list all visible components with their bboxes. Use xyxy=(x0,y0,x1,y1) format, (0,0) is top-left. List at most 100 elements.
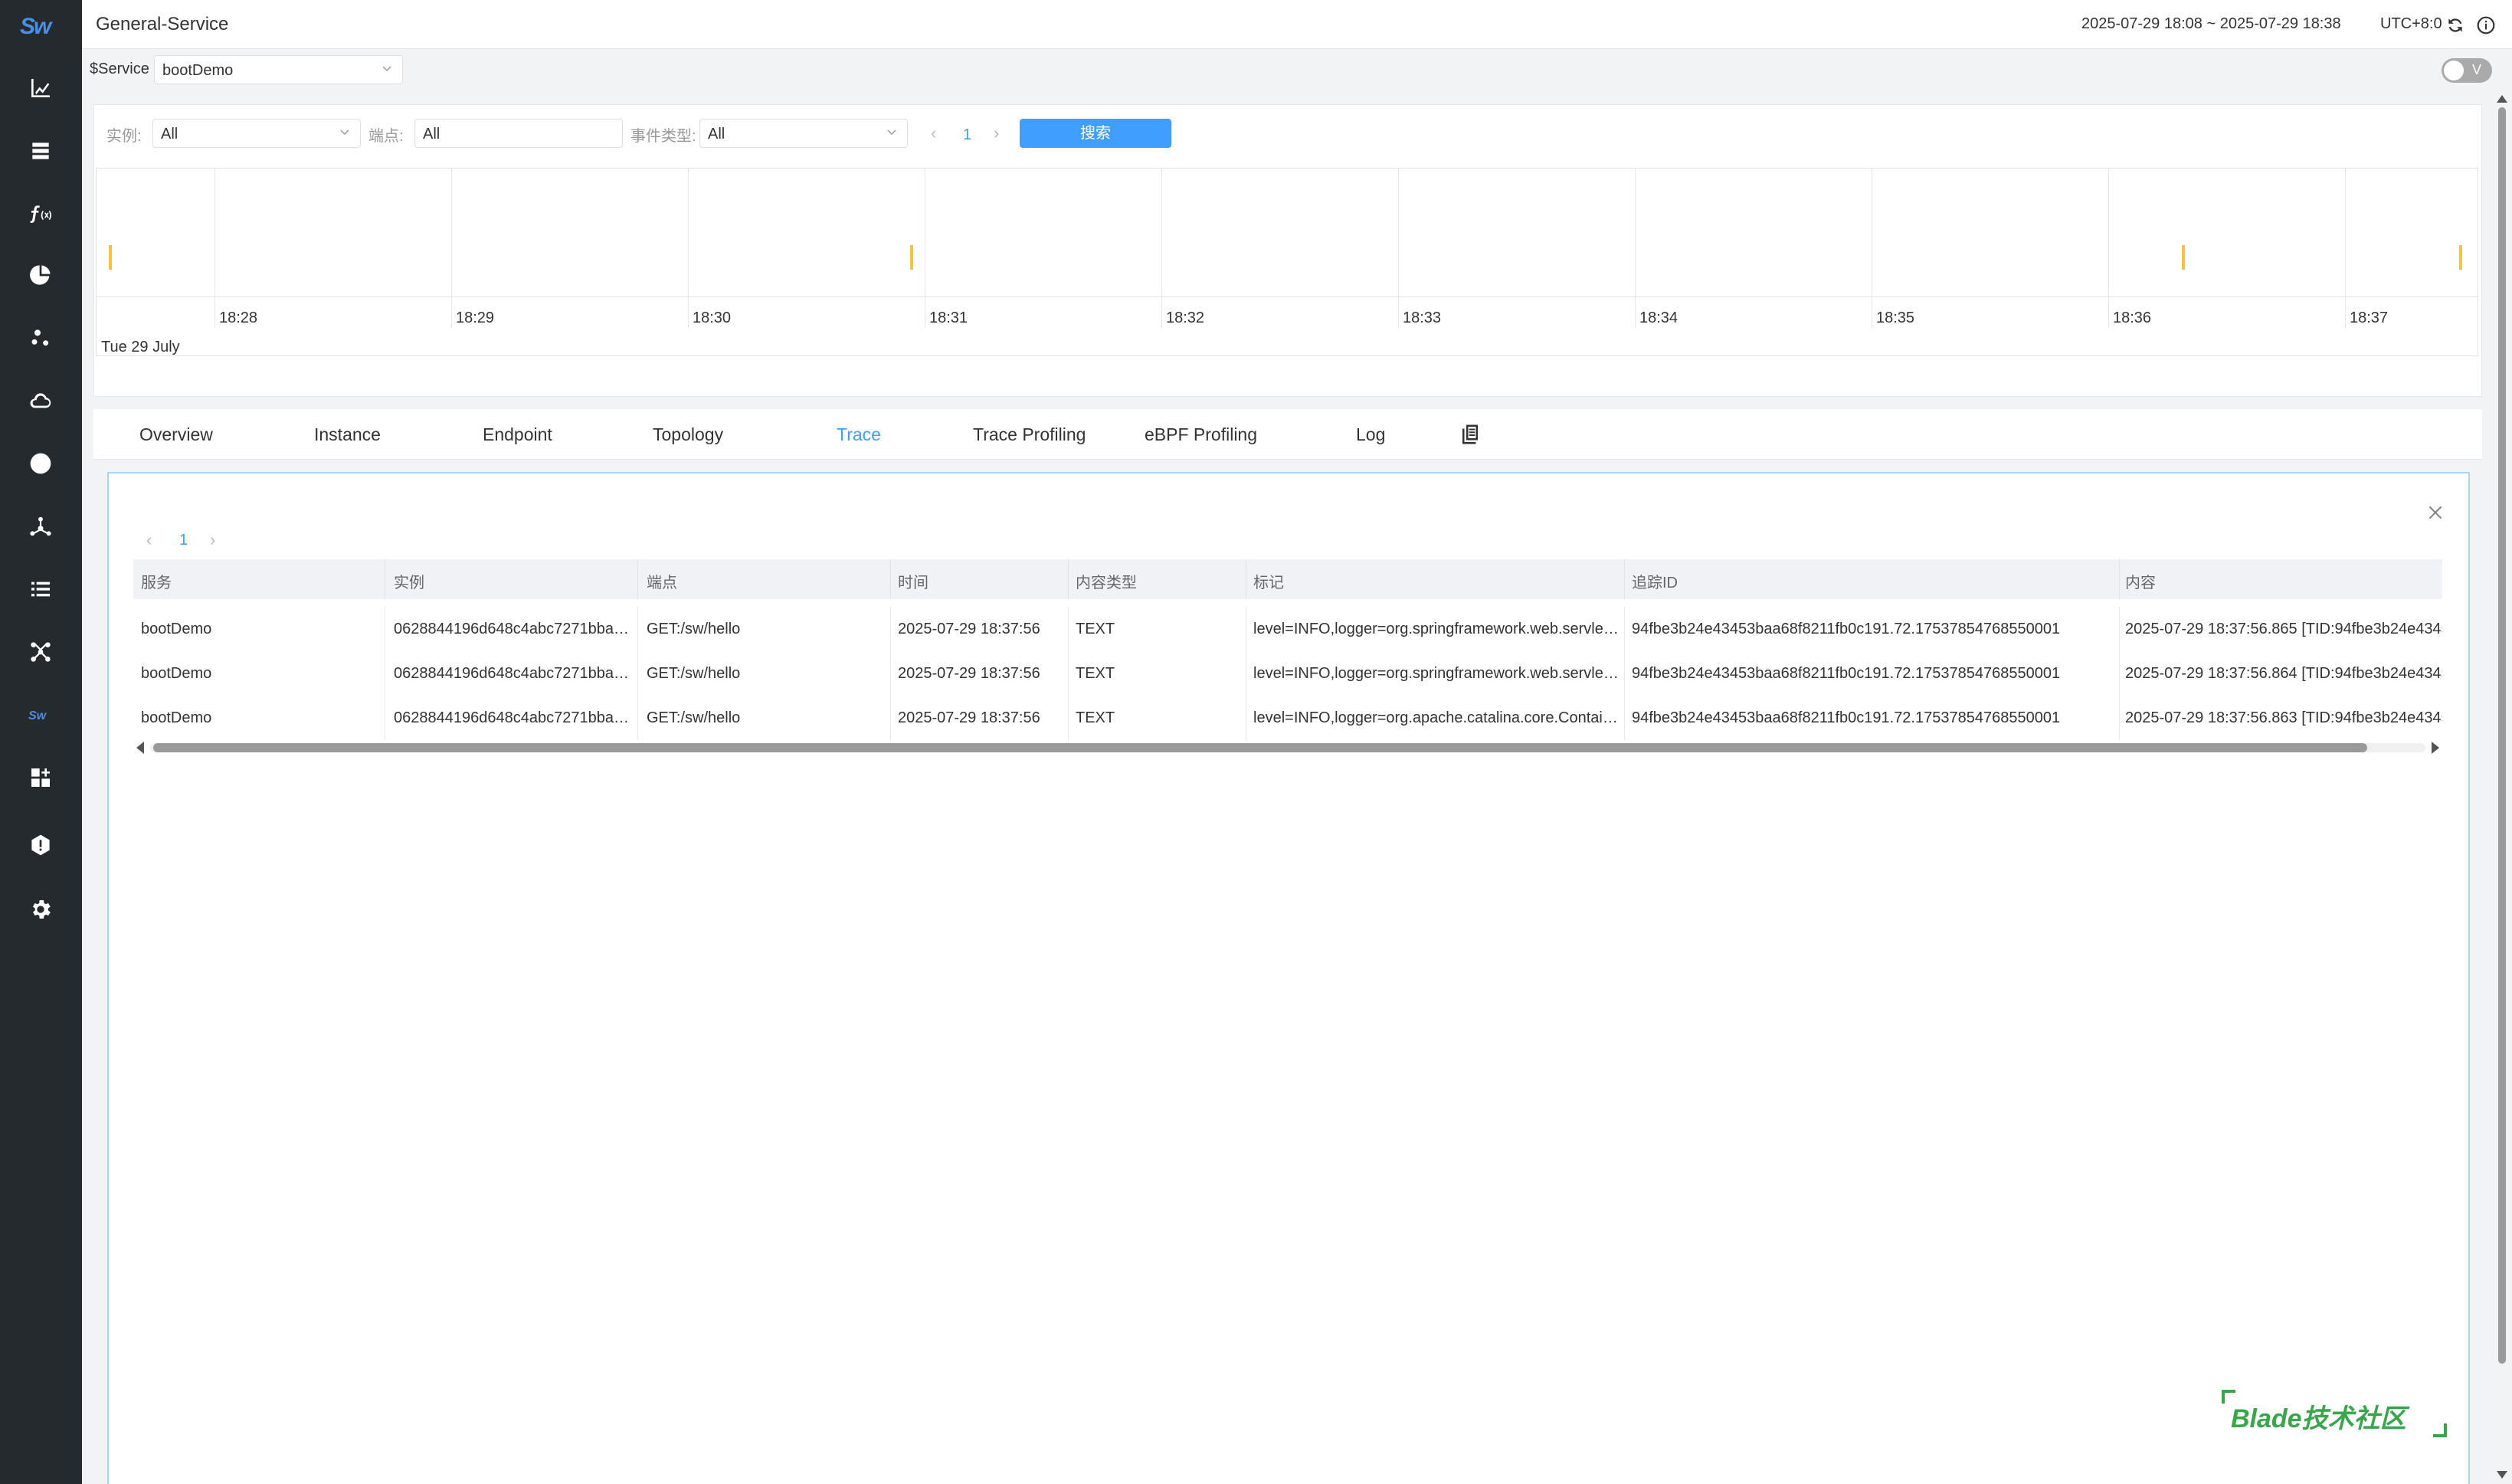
pager-next-button[interactable]: › xyxy=(994,123,999,143)
column-divider xyxy=(2119,607,2120,651)
cell-instance: 0628844196d648c4abc7271bbaf… xyxy=(394,665,633,682)
cloud-icon[interactable] xyxy=(26,386,55,415)
tab-ebpf-profiling[interactable]: eBPF Profiling xyxy=(1145,424,1257,445)
tab-log[interactable]: Log xyxy=(1356,424,1385,445)
timeline-plot-area xyxy=(97,169,2478,297)
instance-filter-select[interactable]: All xyxy=(152,119,361,148)
endpoint-filter-input[interactable]: All xyxy=(414,119,623,148)
event-timeline[interactable]: 18:28 18:29 18:30 18:31 18:32 18:33 18:34 18:35… xyxy=(96,168,2478,356)
cell-trace-id[interactable]: 94fbe3b24e43453baa68f8211fb0c191.72.1753… xyxy=(1632,621,2114,638)
globe-icon[interactable] xyxy=(26,449,55,478)
watermark-corner xyxy=(2433,1423,2447,1437)
toggle-knob xyxy=(2444,61,2464,80)
cluster-icon[interactable] xyxy=(26,323,55,352)
table-pager-current-page[interactable]: 1 xyxy=(179,532,188,549)
network-icon[interactable] xyxy=(26,512,55,541)
vertical-scrollbar[interactable] xyxy=(2494,92,2510,1484)
tab-endpoint[interactable]: Endpoint xyxy=(483,424,552,445)
timeline-gridline xyxy=(688,169,689,328)
event-marker[interactable] xyxy=(2182,245,2185,270)
cell-trace-id[interactable]: 94fbe3b24e43453baa68f8211fb0c191.72.1753… xyxy=(1632,709,2114,727)
skywalking-icon[interactable]: Sw xyxy=(26,700,55,729)
gear-icon[interactable] xyxy=(26,895,55,924)
toggle-label: V xyxy=(2471,62,2481,77)
cell-service: bootDemo xyxy=(141,709,212,726)
tab-overview[interactable]: Overview xyxy=(139,424,213,445)
instance-filter-label: 实例: xyxy=(106,128,142,145)
tab-instance[interactable]: Instance xyxy=(314,424,381,445)
refresh-icon[interactable] xyxy=(2445,15,2465,35)
event-marker[interactable] xyxy=(109,245,112,270)
alert-icon[interactable] xyxy=(26,830,55,860)
chevron-down-icon xyxy=(382,66,391,72)
scroll-up-icon[interactable] xyxy=(2497,95,2507,103)
time-range-picker[interactable]: 2025-07-29 18:08 ~ 2025-07-29 18:38 xyxy=(2081,15,2341,33)
column-divider xyxy=(890,651,891,696)
skywalking-logo[interactable]: Sw xyxy=(20,14,63,40)
timezone-label: UTC+8:0 xyxy=(2380,15,2442,32)
column-divider[interactable] xyxy=(1068,559,1069,599)
cell-tags: level=INFO,logger=org.springframework.we… xyxy=(1253,621,1619,637)
cell-time: 2025-07-29 18:37:56 xyxy=(898,665,1040,682)
cell-content-type: TEXT xyxy=(1076,665,1115,682)
table-row[interactable]: bootDemo 0628844196d648c4abc7271bbaf… GET:… xyxy=(133,607,2442,651)
column-header-content: 内容 xyxy=(2125,575,2156,591)
service-label: $Service xyxy=(90,61,149,77)
table-row[interactable]: bootDemo 0628844196d648c4abc7271bbaf… GET:… xyxy=(133,696,2442,740)
graph-icon[interactable] xyxy=(26,637,55,667)
column-divider[interactable] xyxy=(2119,559,2120,599)
column-divider xyxy=(1068,607,1069,651)
timeline-gridline xyxy=(1161,169,1162,328)
tab-topology[interactable]: Topology xyxy=(653,424,723,445)
timeline-tick-label: 18:28 xyxy=(219,310,258,326)
tab-trace-profiling[interactable]: Trace Profiling xyxy=(973,424,1086,445)
log-table-header: 服务 实例 端点 时间 内容类型 标记 追踪ID 内容 xyxy=(133,559,2442,599)
scroll-left-icon[interactable] xyxy=(136,742,144,754)
scrollbar-thumb[interactable] xyxy=(153,743,2367,752)
top-header: General-Service 2025-07-29 18:08 ~ 2025-… xyxy=(82,0,2512,49)
timeline-gridline xyxy=(2345,169,2346,328)
column-divider[interactable] xyxy=(637,559,638,599)
pie-chart-icon[interactable] xyxy=(26,260,55,290)
column-divider xyxy=(637,607,638,651)
bar-chart-icon[interactable] xyxy=(26,74,55,103)
scroll-right-icon[interactable] xyxy=(2432,742,2439,754)
search-button[interactable]: 搜索 xyxy=(1020,119,1171,148)
pager-current-page[interactable]: 1 xyxy=(963,126,971,144)
column-divider xyxy=(1068,651,1069,696)
table-pager-prev-button[interactable]: ‹ xyxy=(146,530,152,550)
column-divider[interactable] xyxy=(1624,559,1625,599)
column-header-trace-id: 追踪ID xyxy=(1632,575,1678,591)
event-marker[interactable] xyxy=(2459,245,2462,270)
column-divider xyxy=(2119,696,2120,740)
table-pager-next-button[interactable]: › xyxy=(210,530,215,550)
tab-trace[interactable]: Trace xyxy=(837,424,881,445)
page-title: General-Service xyxy=(96,14,229,34)
service-select[interactable]: bootDemo xyxy=(154,55,403,84)
pager-prev-button[interactable]: ‹ xyxy=(931,123,936,143)
column-header-tags: 标记 xyxy=(1253,575,1284,591)
timeline-gridline xyxy=(1398,169,1399,328)
horizontal-scrollbar[interactable] xyxy=(133,740,2442,757)
column-divider xyxy=(2119,651,2120,696)
cell-trace-id[interactable]: 94fbe3b24e43453baa68f8211fb0c191.72.1753… xyxy=(1632,665,2114,683)
timeline-tick-label: 18:35 xyxy=(1876,310,1915,326)
cell-endpoint: GET:/sw/hello xyxy=(647,709,741,726)
column-header-service: 服务 xyxy=(141,575,172,591)
event-marker[interactable] xyxy=(910,245,913,270)
close-icon[interactable] xyxy=(2425,503,2445,523)
watermark: Blade技术社区 xyxy=(2222,1390,2447,1437)
table-row[interactable]: bootDemo 0628844196d648c4abc7271bbaf… GET:… xyxy=(133,651,2442,696)
column-divider[interactable] xyxy=(890,559,891,599)
list-icon[interactable] xyxy=(26,575,55,604)
copy-icon[interactable] xyxy=(1459,423,1482,446)
info-icon[interactable] xyxy=(2476,15,2496,35)
view-mode-toggle[interactable]: V xyxy=(2442,58,2492,83)
database-icon[interactable] xyxy=(26,136,55,165)
timeline-tick-label: 18:37 xyxy=(2350,310,2389,326)
function-icon[interactable] xyxy=(26,199,55,228)
dashboard-add-icon[interactable] xyxy=(26,763,55,792)
event-type-filter-select[interactable]: All xyxy=(699,119,908,148)
scrollbar-thumb[interactable] xyxy=(2498,107,2506,1364)
scroll-down-icon[interactable] xyxy=(2497,1471,2507,1479)
